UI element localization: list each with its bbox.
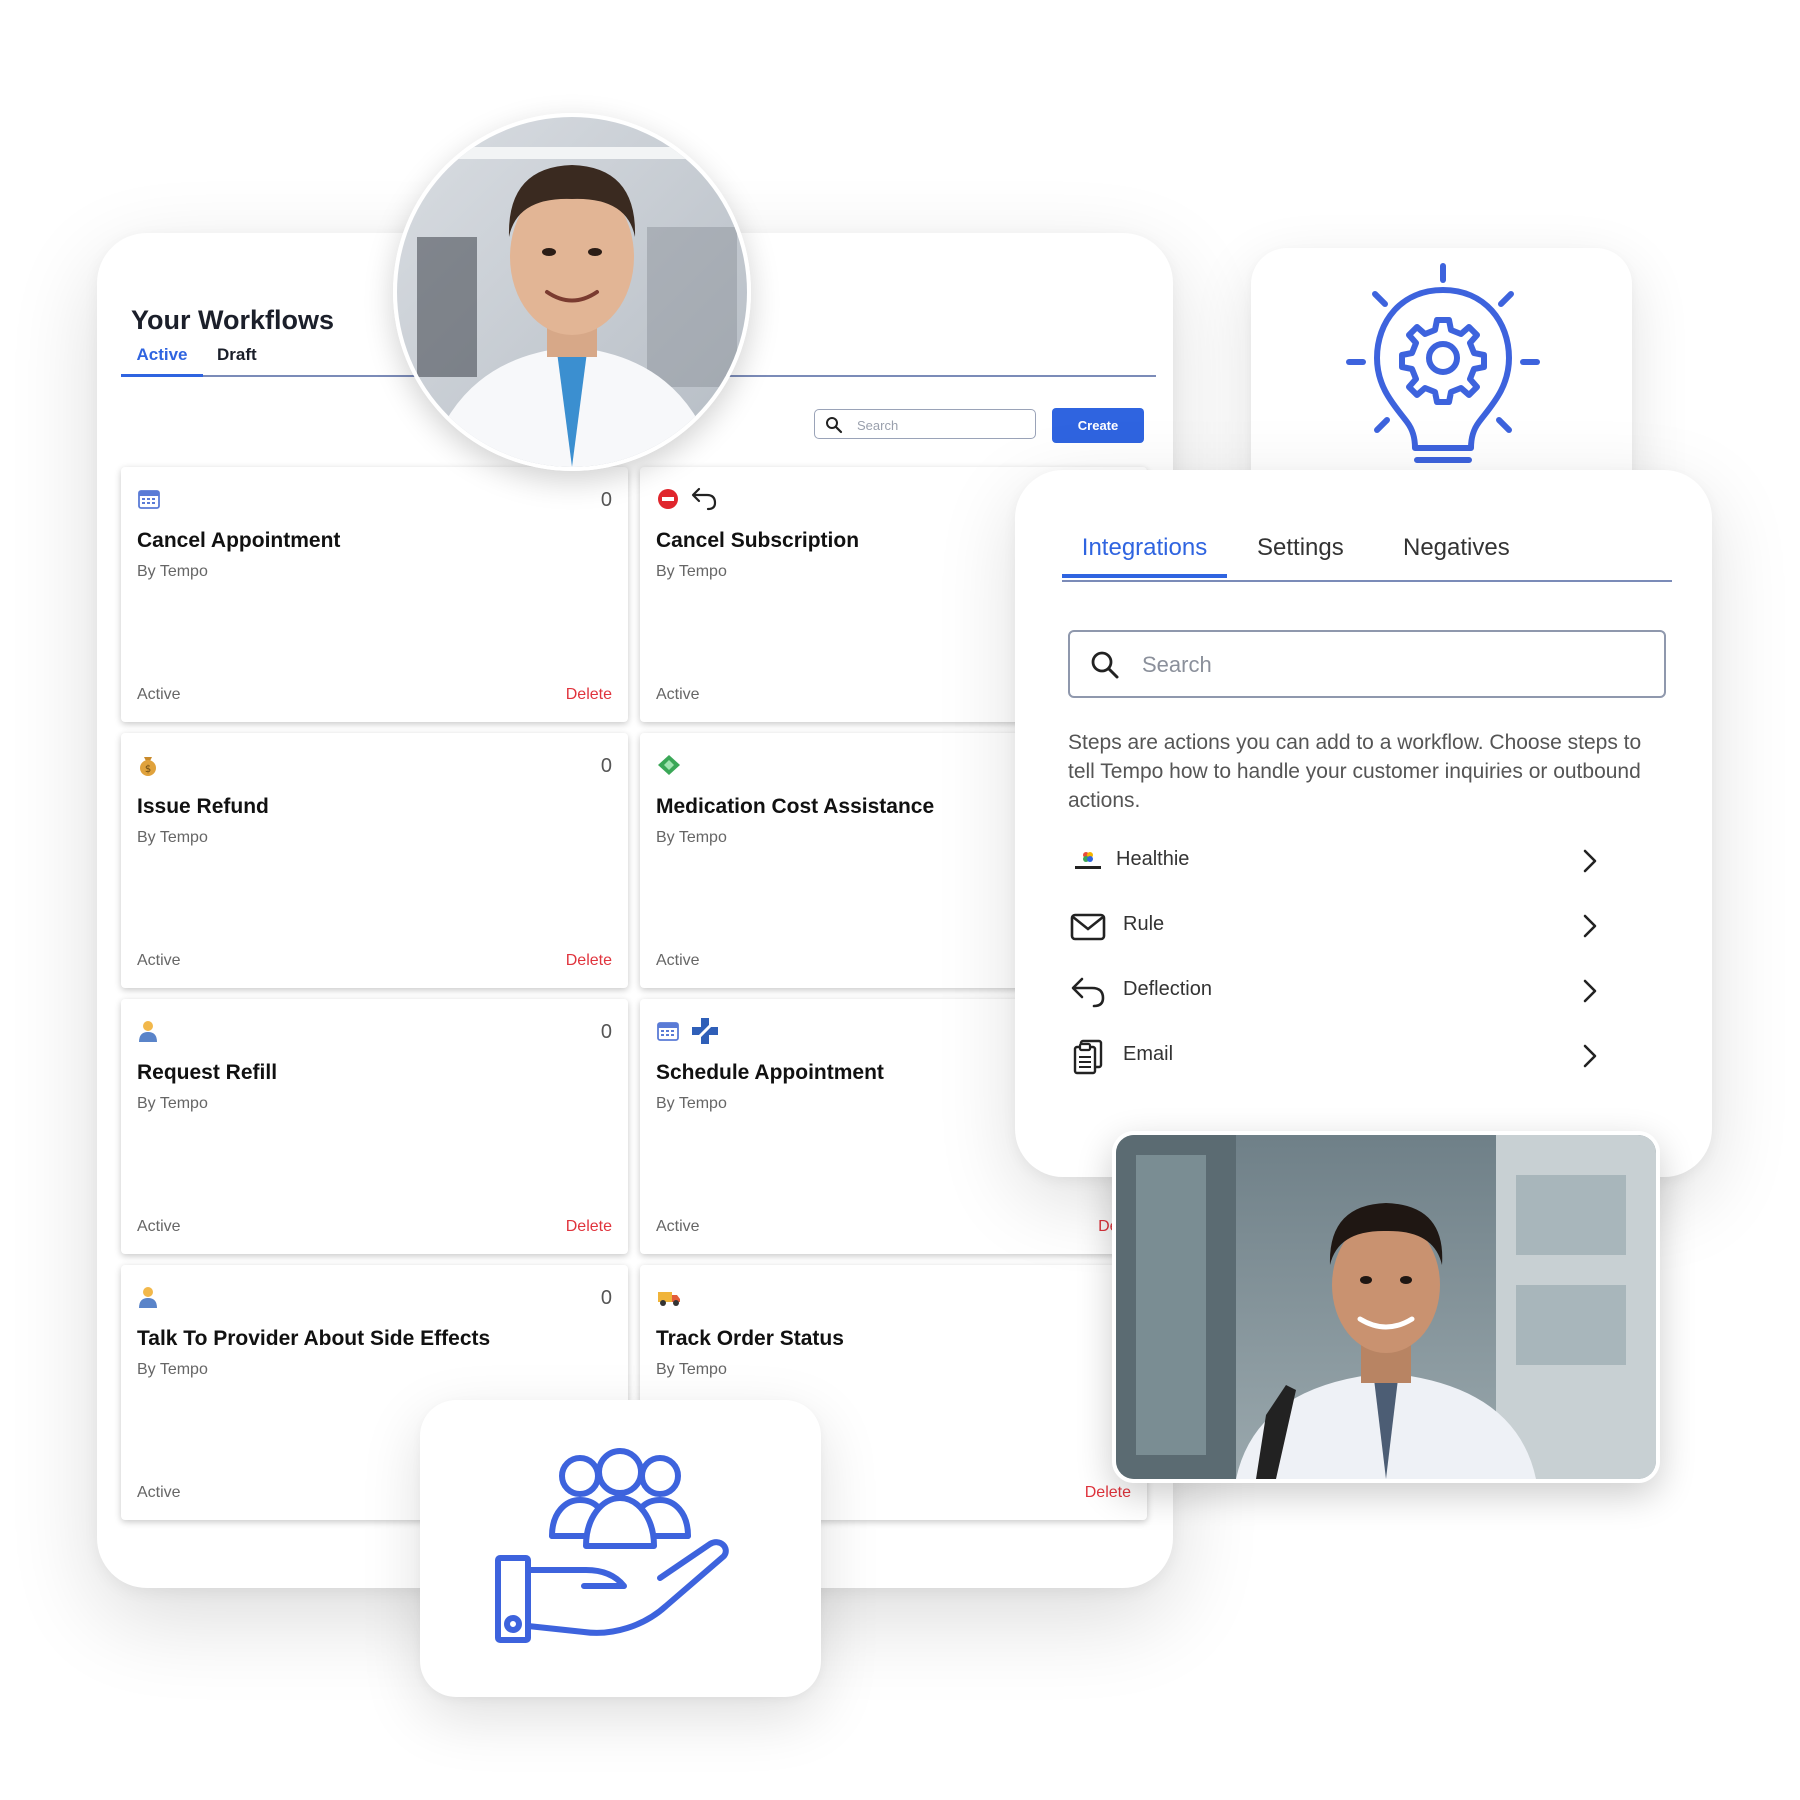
- workflow-search[interactable]: [814, 409, 1036, 439]
- card-author: By Tempo: [137, 1361, 208, 1378]
- hand-people-card: [420, 1400, 821, 1697]
- card-icons: [137, 1019, 159, 1048]
- delivery-truck-icon: [656, 1286, 682, 1313]
- steps-description: Steps are actions you can add to a workf…: [1068, 731, 1642, 812]
- card-author: By Tempo: [137, 1095, 208, 1112]
- status-label: Active: [137, 686, 181, 703]
- calendar-icon: [137, 488, 161, 515]
- card-author: By Tempo: [656, 829, 727, 846]
- search-icon: [825, 416, 843, 439]
- workflow-card[interactable]: 0 Cancel Appointment By Tempo Active Delete: [121, 467, 628, 722]
- card-count: 0: [600, 1287, 612, 1309]
- integrations-panel: Integrations Settings Negatives Steps ar…: [1015, 470, 1712, 1177]
- delete-link[interactable]: Delete: [566, 1218, 612, 1236]
- card-title: Cancel Subscription: [656, 529, 860, 552]
- person-icon: [137, 1019, 159, 1048]
- card-title: Talk To Provider About Side Effects: [137, 1327, 491, 1350]
- status-label: Active: [137, 952, 181, 969]
- card-author: By Tempo: [656, 1361, 727, 1378]
- integration-search[interactable]: [1068, 630, 1666, 698]
- undo-arrow-icon: [690, 486, 718, 517]
- no-entry-icon: [656, 487, 680, 516]
- card-count: 0: [600, 755, 612, 777]
- card-icons: [656, 1017, 720, 1047]
- tab-settings[interactable]: Settings: [1257, 534, 1344, 562]
- integration-label: Rule: [1123, 913, 1165, 935]
- card-icons: [656, 1287, 682, 1311]
- card-author: By Tempo: [656, 563, 727, 580]
- medical-cross-icon: [690, 1016, 720, 1051]
- card-icons: [656, 487, 718, 516]
- integration-label: Healthie: [1116, 848, 1190, 870]
- card-title: Request Refill: [137, 1061, 278, 1084]
- integration-label: Email: [1123, 1043, 1174, 1065]
- delete-link[interactable]: Delete: [566, 952, 612, 970]
- search-icon: [1090, 650, 1120, 685]
- status-label: Active: [656, 1218, 700, 1235]
- profile-photo: [393, 113, 751, 471]
- card-icons: [137, 1285, 159, 1314]
- undo-arrow-icon: [1068, 974, 1108, 1010]
- status-label: Active: [656, 686, 700, 703]
- page-title: Your Workflows: [131, 305, 335, 335]
- chevron-right-icon: [1582, 913, 1598, 944]
- status-label: Active: [656, 952, 700, 969]
- card-author: By Tempo: [137, 563, 208, 580]
- integration-label: Deflection: [1123, 978, 1212, 1000]
- money-bag-icon: $: [137, 753, 159, 782]
- tab-integrations[interactable]: Integrations: [1062, 534, 1227, 578]
- workflow-card[interactable]: 0 Request Refill By Tempo Active Delete: [121, 999, 628, 1254]
- integration-row-rule[interactable]: Rule: [1068, 901, 1598, 951]
- tab-negatives[interactable]: Negatives: [1403, 534, 1510, 562]
- tab-draft[interactable]: Draft: [217, 345, 257, 373]
- card-icons: [656, 753, 682, 782]
- envelope-icon: [1068, 909, 1108, 945]
- card-icons: [137, 489, 161, 513]
- card-author: By Tempo: [137, 829, 208, 846]
- chevron-right-icon: [1582, 1043, 1598, 1074]
- card-title: Medication Cost Assistance: [656, 795, 935, 818]
- create-button[interactable]: Create: [1052, 408, 1144, 443]
- integration-tabs: Integrations Settings Negatives: [1062, 534, 1672, 582]
- status-label: Active: [137, 1484, 181, 1501]
- search-input[interactable]: [855, 415, 1029, 435]
- card-count: 0: [600, 489, 612, 511]
- integration-row-email[interactable]: Email: [1068, 1031, 1598, 1081]
- card-title: Issue Refund: [137, 795, 269, 818]
- integration-row-deflection[interactable]: Deflection: [1068, 966, 1598, 1016]
- card-title: Cancel Appointment: [137, 529, 341, 552]
- svg-text:$: $: [145, 764, 151, 775]
- hand-holding-people-icon: [494, 1446, 744, 1651]
- delete-link[interactable]: Delete: [1085, 1484, 1131, 1502]
- healthie-logo-icon: [1068, 844, 1108, 880]
- card-title: Track Order Status: [656, 1327, 844, 1350]
- card-icons: $: [137, 755, 159, 779]
- person-photo: [1112, 1131, 1660, 1483]
- clipboard-icon: [1068, 1039, 1108, 1075]
- card-count: 0: [600, 1021, 612, 1043]
- status-label: Active: [137, 1218, 181, 1235]
- chevron-right-icon: [1582, 848, 1598, 879]
- card-title: Schedule Appointment: [656, 1061, 884, 1084]
- tab-active[interactable]: Active: [121, 345, 203, 377]
- money-diamond-icon: [656, 753, 682, 782]
- delete-link[interactable]: Delete: [566, 686, 612, 704]
- calendar-icon: [656, 1020, 680, 1047]
- integration-row-healthie[interactable]: Healthie: [1068, 836, 1598, 886]
- card-author: By Tempo: [656, 1095, 727, 1112]
- chevron-right-icon: [1582, 978, 1598, 1009]
- search-input[interactable]: [1140, 650, 1644, 680]
- workflow-card[interactable]: $0 Issue Refund By Tempo Active Delete: [121, 733, 628, 988]
- person-icon: [137, 1285, 159, 1314]
